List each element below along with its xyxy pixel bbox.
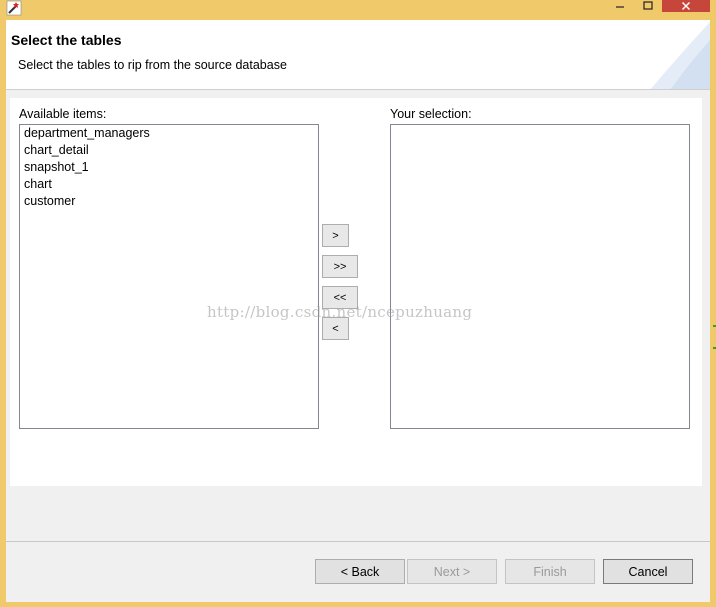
table-selection-panel: Available items: department_managers cha… bbox=[10, 98, 702, 486]
available-items-label: Available items: bbox=[19, 107, 107, 121]
list-item[interactable]: chart bbox=[20, 176, 318, 193]
add-selected-button[interactable]: > bbox=[322, 224, 349, 247]
remove-all-button[interactable]: << bbox=[322, 286, 358, 309]
list-item[interactable]: chart_detail bbox=[20, 142, 318, 159]
list-item[interactable]: customer bbox=[20, 193, 318, 210]
page-title: Select the tables bbox=[11, 32, 122, 48]
list-item[interactable]: snapshot_1 bbox=[20, 159, 318, 176]
your-selection-list[interactable] bbox=[390, 124, 690, 429]
your-selection-label: Your selection: bbox=[390, 107, 472, 121]
maximize-button[interactable] bbox=[636, 0, 660, 12]
minimize-button[interactable] bbox=[606, 0, 634, 12]
title-bar bbox=[0, 0, 716, 18]
wizard-header: Select the tables Select the tables to r… bbox=[6, 20, 710, 90]
next-button[interactable]: Next > bbox=[407, 559, 497, 584]
header-banner-graphic bbox=[650, 22, 710, 89]
footer-divider bbox=[6, 541, 710, 542]
back-button[interactable]: < Back bbox=[315, 559, 405, 584]
available-items-list[interactable]: department_managers chart_detail snapsho… bbox=[19, 124, 319, 429]
close-icon bbox=[682, 2, 690, 10]
remove-selected-button[interactable]: < bbox=[322, 317, 349, 340]
minimize-icon bbox=[616, 6, 624, 8]
add-all-button[interactable]: >> bbox=[322, 255, 358, 278]
list-item[interactable]: department_managers bbox=[20, 125, 318, 142]
finish-button[interactable]: Finish bbox=[505, 559, 595, 584]
close-button[interactable] bbox=[662, 0, 710, 12]
cancel-button[interactable]: Cancel bbox=[603, 559, 693, 584]
wizard-dialog: Select the tables Select the tables to r… bbox=[6, 20, 710, 602]
page-description: Select the tables to rip from the source… bbox=[18, 58, 287, 72]
maximize-icon bbox=[643, 1, 653, 10]
wand-icon bbox=[6, 0, 22, 16]
